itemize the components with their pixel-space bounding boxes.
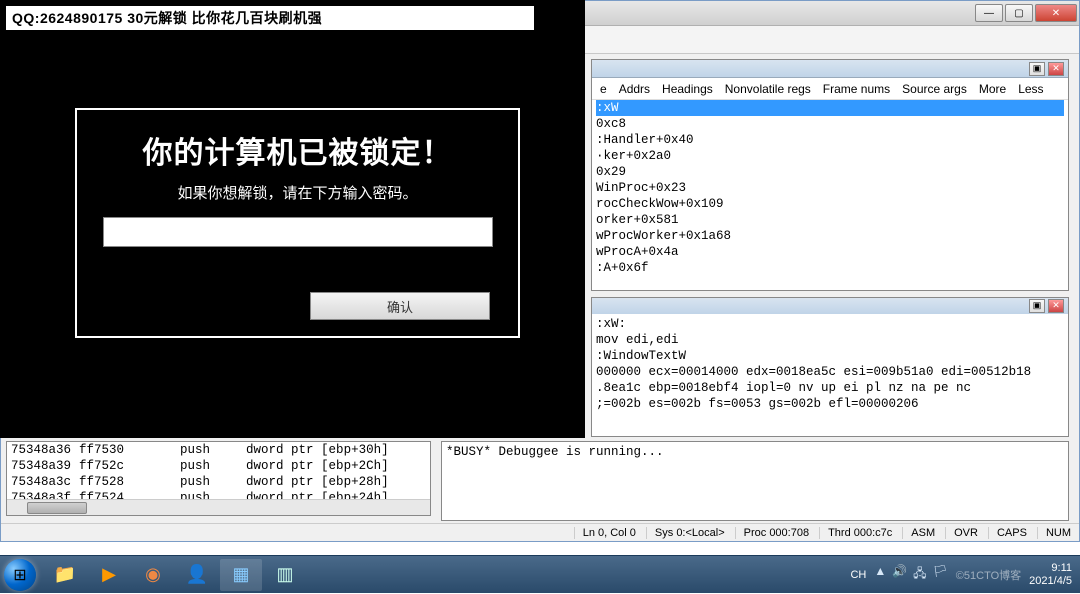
- ransom-lockscreen: QQ:2624890175 30元解锁 比你花几百块刷机强 你的计算机已被锁定！…: [0, 0, 585, 438]
- tray-watermark: ©51CTO博客: [956, 567, 1021, 583]
- menu-more[interactable]: More: [979, 82, 1006, 96]
- table-row[interactable]: 75348a39 ff752c push dword ptr [ebp+2Ch]: [7, 458, 430, 474]
- output-line: :xW:: [596, 316, 1064, 332]
- status-sys: Sys 0:<Local>: [646, 527, 725, 539]
- addr-cell: 75348a36: [11, 442, 71, 458]
- arg-cell: dword ptr [ebp+30h]: [246, 442, 389, 458]
- menu-nonvolatile[interactable]: Nonvolatile regs: [725, 82, 811, 96]
- procmon-icon[interactable]: ▦: [220, 559, 262, 591]
- output-line: :WindowTextW: [596, 348, 1064, 364]
- status-ovr: OVR: [945, 527, 978, 539]
- status-position: Ln 0, Col 0: [574, 527, 636, 539]
- maximize-button[interactable]: ▢: [1005, 4, 1033, 22]
- bytes-cell: ff7528: [79, 474, 124, 490]
- menu-headings[interactable]: Headings: [662, 82, 713, 96]
- tray-network-icon[interactable]: 🖧: [913, 564, 926, 585]
- windows-logo-icon: ⊞: [4, 559, 36, 591]
- portrait-icon[interactable]: 👤: [176, 559, 218, 591]
- ransom-dialog: 你的计算机已被锁定！ 如果你想解锁，请在下方输入密码。 确认: [75, 108, 520, 338]
- tray-action-icon[interactable]: 🏳: [933, 564, 948, 585]
- menu-framenums[interactable]: Frame nums: [823, 82, 890, 96]
- table-row[interactable]: 75348a3c ff7528 push dword ptr [ebp+28h]: [7, 474, 430, 490]
- system-tray: CH ▲ 🔊 🖧 🏳 ©51CTO博客 9:11 2021/4/5: [842, 562, 1080, 588]
- list-item[interactable]: ·ker+0x2a0: [596, 148, 1064, 164]
- tray-clock[interactable]: 9:11 2021/4/5: [1029, 562, 1072, 588]
- chrome-icon[interactable]: ◉: [132, 559, 174, 591]
- ransom-title: 你的计算机已被锁定！: [97, 128, 498, 172]
- panel-close-icon[interactable]: ✕: [1048, 299, 1064, 313]
- list-item[interactable]: orker+0x581: [596, 212, 1064, 228]
- list-item[interactable]: wProcWorker+0x1a68: [596, 228, 1064, 244]
- ransom-contact-bar: QQ:2624890175 30元解锁 比你花几百块刷机强: [5, 5, 535, 31]
- taskbar-pinned: 📁 ▶ ◉ 👤 ▦ ▥: [44, 559, 306, 591]
- ransom-contact-text: QQ:2624890175 30元解锁 比你花几百块刷机强: [12, 8, 322, 28]
- busy-tag: *BUSY*: [446, 445, 491, 459]
- list-item[interactable]: :A+0x6f: [596, 260, 1064, 276]
- start-button[interactable]: ⊞: [0, 556, 40, 594]
- output-line: 000000 ecx=00014000 edx=0018ea5c esi=009…: [596, 364, 1064, 380]
- clock-time: 9:11: [1029, 562, 1072, 575]
- panel-restore-icon[interactable]: ▣: [1029, 299, 1045, 313]
- callstack-list[interactable]: :xW 0xc8 :Handler+0x40 ·ker+0x2a0 0x29 W…: [592, 100, 1068, 290]
- callstack-menu: e Addrs Headings Nonvolatile regs Frame …: [592, 78, 1068, 100]
- command-titlebar[interactable]: ▣ ✕: [592, 298, 1068, 314]
- list-item[interactable]: wProcA+0x4a: [596, 244, 1064, 260]
- tray-lang[interactable]: CH: [850, 569, 866, 581]
- disassembly-panel[interactable]: 75348a36 ff7530 push dword ptr [ebp+30h]…: [6, 441, 431, 516]
- busy-panel: *BUSY* Debuggee is running...: [441, 441, 1069, 521]
- bytes-cell: ff752c: [79, 458, 124, 474]
- ransom-password-input[interactable]: [103, 217, 493, 247]
- minimize-button[interactable]: —: [975, 4, 1003, 22]
- scroll-thumb[interactable]: [27, 502, 87, 514]
- addr-cell: 75348a39: [11, 458, 71, 474]
- output-line: .8ea1c ebp=0018ebf4 iopl=0 nv up ei pl n…: [596, 380, 1064, 396]
- status-num: NUM: [1037, 527, 1071, 539]
- callstack-panel: ▣ ✕ e Addrs Headings Nonvolatile regs Fr…: [591, 59, 1069, 291]
- explorer-icon[interactable]: 📁: [44, 559, 86, 591]
- list-item[interactable]: :Handler+0x40: [596, 132, 1064, 148]
- clock-date: 2021/4/5: [1029, 575, 1072, 588]
- op-cell: push: [180, 474, 210, 490]
- status-thrd: Thrd 000:c7c: [819, 527, 892, 539]
- menu-less[interactable]: Less: [1018, 82, 1043, 96]
- addr-cell: 75348a3c: [11, 474, 71, 490]
- command-panel: ▣ ✕ :xW: mov edi,edi :WindowTextW 000000…: [591, 297, 1069, 437]
- op-cell: push: [180, 458, 210, 474]
- output-line: ;=002b es=002b fs=0053 gs=002b efl=00000…: [596, 396, 1064, 412]
- menu-e[interactable]: e: [600, 82, 607, 96]
- bytes-cell: ff7530: [79, 442, 124, 458]
- olly-icon[interactable]: ▥: [264, 559, 306, 591]
- arg-cell: dword ptr [ebp+2Ch]: [246, 458, 389, 474]
- list-item[interactable]: 0x29: [596, 164, 1064, 180]
- menu-sourceargs[interactable]: Source args: [902, 82, 967, 96]
- panel-restore-icon[interactable]: ▣: [1029, 62, 1045, 76]
- ransom-confirm-button[interactable]: 确认: [310, 292, 490, 320]
- table-row[interactable]: 75348a36 ff7530 push dword ptr [ebp+30h]: [7, 442, 430, 458]
- command-output[interactable]: :xW: mov edi,edi :WindowTextW 000000 ecx…: [592, 314, 1068, 414]
- arg-cell: dword ptr [ebp+28h]: [246, 474, 389, 490]
- list-item[interactable]: WinProc+0x23: [596, 180, 1064, 196]
- taskbar: ⊞ 📁 ▶ ◉ 👤 ▦ ▥ CH ▲ 🔊 🖧 🏳 ©51CTO博客 9:11 2…: [0, 555, 1080, 593]
- menu-addrs[interactable]: Addrs: [619, 82, 650, 96]
- status-asm: ASM: [902, 527, 935, 539]
- mediaplayer-icon[interactable]: ▶: [88, 559, 130, 591]
- list-item[interactable]: 0xc8: [596, 116, 1064, 132]
- busy-message: Debuggee is running...: [499, 445, 664, 459]
- op-cell: push: [180, 442, 210, 458]
- status-proc: Proc 000:708: [735, 527, 809, 539]
- statusbar: Ln 0, Col 0 Sys 0:<Local> Proc 000:708 T…: [1, 523, 1079, 541]
- ransom-subtitle: 如果你想解锁，请在下方输入密码。: [97, 182, 498, 203]
- tray-up-icon[interactable]: ▲: [874, 564, 886, 585]
- horizontal-scrollbar[interactable]: [7, 499, 430, 515]
- list-item[interactable]: :xW: [596, 100, 1064, 116]
- list-item[interactable]: rocCheckWow+0x109: [596, 196, 1064, 212]
- callstack-titlebar[interactable]: ▣ ✕: [592, 60, 1068, 78]
- close-button[interactable]: ✕: [1035, 4, 1077, 22]
- status-caps: CAPS: [988, 527, 1027, 539]
- panel-close-icon[interactable]: ✕: [1048, 62, 1064, 76]
- output-line: mov edi,edi: [596, 332, 1064, 348]
- tray-speaker-icon[interactable]: 🔊: [892, 564, 907, 585]
